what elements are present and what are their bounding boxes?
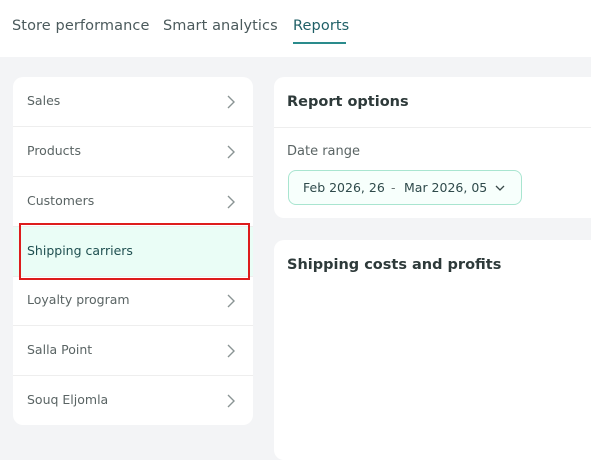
chevron-down-icon: [495, 185, 505, 191]
sidebar-item-products[interactable]: Products: [13, 127, 253, 177]
sidebar-item-label: Sales: [27, 93, 61, 108]
sidebar-item-label: Salla Point: [27, 342, 93, 357]
date-range-label: Date range: [287, 144, 361, 159]
divider: [274, 127, 591, 128]
selection-highlight-box: [19, 223, 250, 280]
shipping-costs-title: Shipping costs and profits: [287, 257, 502, 273]
sidebar-item-label: Loyalty program: [27, 292, 130, 307]
report-options-title: Report options: [287, 94, 409, 110]
sidebar-item-label: Customers: [27, 193, 95, 208]
active-tab-indicator: [293, 42, 346, 44]
sidebar-item-salla-point[interactable]: Salla Point: [13, 326, 253, 376]
sidebar-item-label: Souq Eljomla: [27, 392, 109, 407]
tab-smart-analytics[interactable]: Smart analytics: [163, 18, 278, 34]
date-from: Feb 2026, 26: [303, 180, 385, 195]
report-options-card: Report options Date range Feb 2026, 26 -…: [274, 77, 591, 218]
chevron-right-icon: [227, 95, 235, 109]
sidebar-item-loyalty-program[interactable]: Loyalty program: [13, 276, 253, 326]
date-separator: -: [391, 180, 396, 195]
top-nav: Store performance Smart analytics Report…: [0, 0, 591, 57]
chevron-right-icon: [227, 195, 235, 209]
sidebar-item-sales[interactable]: Sales: [13, 77, 253, 127]
sidebar-item-customers[interactable]: Customers: [13, 177, 253, 227]
tab-store-performance[interactable]: Store performance: [12, 18, 150, 34]
sidebar-item-souq-eljomla[interactable]: Souq Eljomla: [13, 376, 253, 425]
date-range-picker[interactable]: Feb 2026, 26 - Mar 2026, 05: [288, 170, 522, 205]
chevron-right-icon: [227, 394, 235, 408]
chevron-right-icon: [227, 145, 235, 159]
date-to: Mar 2026, 05: [404, 180, 488, 195]
sidebar-item-label: Products: [27, 143, 81, 158]
shipping-costs-card: Shipping costs and profits: [274, 240, 591, 460]
tab-reports[interactable]: Reports: [293, 18, 349, 34]
chevron-right-icon: [227, 294, 235, 308]
chevron-right-icon: [227, 344, 235, 358]
